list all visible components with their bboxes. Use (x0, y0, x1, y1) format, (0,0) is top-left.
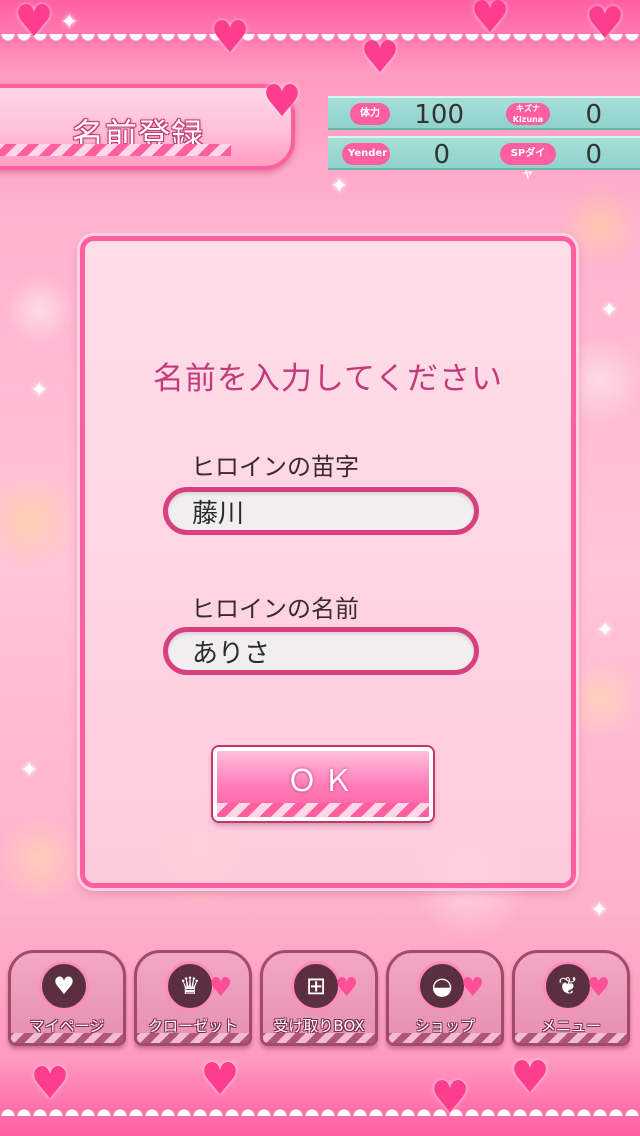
heart-decoration-icon: ♥ (470, 0, 510, 43)
top-lace-trim (0, 34, 640, 50)
nav-tab-shop[interactable]: ◒ ♥ ショップ (386, 950, 504, 1046)
name-entry-dialog: 名前を入力してください ヒロインの苗字 ヒロインの名前 ＯＫ (80, 236, 576, 888)
nav-tab-closet[interactable]: ♛ ♥ クローゼット (134, 950, 252, 1046)
heart-decoration-icon: ♥ (200, 1054, 240, 1105)
heart-decoration-icon: ♥ (14, 0, 54, 47)
bag-icon: ◒ (417, 961, 467, 1011)
nav-tab-menu[interactable]: ❦ ♥ メニュー (512, 950, 630, 1046)
yender-value: 0 (433, 140, 450, 170)
sparkle-icon: ✦ (330, 174, 349, 199)
stamina-label: 体力 (350, 103, 390, 125)
heart-decoration-icon: ♥ (430, 1072, 470, 1123)
sparkle-icon: ✦ (30, 378, 49, 403)
title-stripe (0, 144, 231, 156)
yender-label: Yender (342, 143, 390, 165)
heart-decoration-icon: ♥ (262, 76, 302, 127)
small-heart-icon: ♥ (209, 973, 233, 1003)
heart-decoration-icon: ♥ (210, 12, 250, 63)
stat-bar-bottom: Yender 0 SPダイヤ 0 (328, 136, 640, 181)
menu-hearts-icon: ❦ (543, 961, 593, 1011)
sparkle-icon: ✦ (600, 298, 619, 323)
stat-bar-top: 体力 100 キズナ Kizuna 0 (328, 96, 640, 130)
heart-decoration-icon: ♥ (510, 1052, 550, 1103)
nav-tab-gift-box[interactable]: ⊞ ♥ 受け取りBOX (260, 950, 378, 1046)
kizuna-label: キズナ Kizuna (506, 103, 550, 125)
small-heart-icon: ♥ (335, 973, 359, 1003)
sp-diamond-value: 0 (585, 140, 602, 170)
dialog-prompt: 名前を入力してください (152, 361, 504, 397)
nav-stripe (263, 1033, 375, 1043)
ok-button-stripe (217, 803, 429, 817)
heart-decoration-icon: ♥ (360, 32, 400, 83)
sparkle-icon: ✦ (590, 898, 609, 923)
sp-heart-icon: ♥ (39, 961, 89, 1011)
surname-label: ヒロインの苗字 (191, 453, 359, 481)
ok-button-label: ＯＫ (287, 764, 359, 799)
kizuna-value: 0 (585, 100, 602, 130)
small-heart-icon: ♥ (587, 973, 611, 1003)
nav-stripe (389, 1033, 501, 1043)
sparkle-icon: ✦ (596, 618, 615, 643)
sp-diamond-label: SPダイヤ (500, 143, 556, 181)
page-title-plate: 名前登録 (0, 84, 295, 170)
sparkle-icon: ✦ (60, 10, 79, 35)
stamina-value: 100 (414, 100, 464, 130)
dress-icon: ♛ (165, 961, 215, 1011)
heart-decoration-icon: ♥ (585, 0, 625, 49)
nav-stripe (515, 1033, 627, 1043)
sparkle-icon: ✦ (20, 758, 39, 783)
heart-decoration-icon: ♥ (30, 1058, 70, 1109)
nav-stripe (11, 1033, 123, 1043)
given-name-input[interactable] (163, 627, 479, 675)
gift-icon: ⊞ (291, 961, 341, 1011)
given-name-label: ヒロインの名前 (191, 595, 359, 623)
surname-input[interactable] (163, 487, 479, 535)
small-heart-icon: ♥ (461, 973, 485, 1003)
ok-button[interactable]: ＯＫ (213, 747, 433, 821)
nav-stripe (137, 1033, 249, 1043)
nav-tab-mypage[interactable]: ♥ マイページ (8, 950, 126, 1046)
